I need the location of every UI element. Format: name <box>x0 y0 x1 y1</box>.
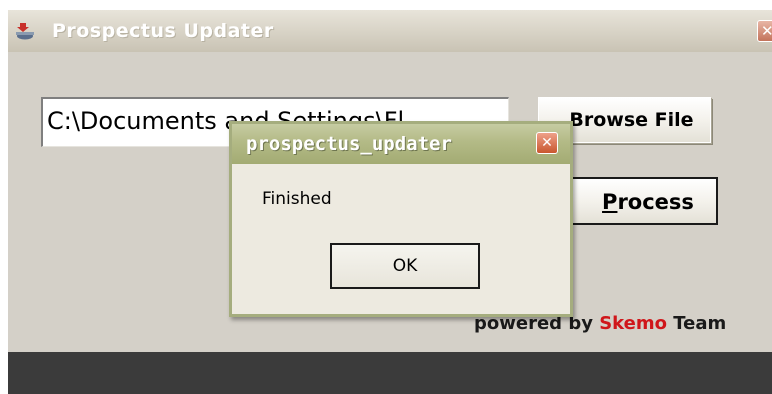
credit-brand: Skemo <box>599 313 667 334</box>
message-dialog: prospectus_updater ✕ Finished OK <box>229 121 573 317</box>
credit-suffix: Team <box>667 313 727 334</box>
dialog-title-bar[interactable]: prospectus_updater ✕ <box>232 124 570 164</box>
screen: Prospectus Updater ✕ C:\Documents and Se… <box>0 0 772 394</box>
main-close-button[interactable]: ✕ <box>757 20 772 42</box>
main-title-bar[interactable]: Prospectus Updater ✕ <box>8 10 772 52</box>
close-icon: ✕ <box>761 22 772 40</box>
ok-button[interactable]: OK <box>330 243 480 289</box>
app-icon <box>16 23 34 40</box>
window-title: Prospectus Updater <box>52 20 274 42</box>
dialog-title: prospectus_updater <box>246 133 452 155</box>
bottom-bar <box>8 352 772 394</box>
process-mnemonic: P <box>602 190 618 214</box>
dialog-close-button[interactable]: ✕ <box>536 132 558 154</box>
close-icon: ✕ <box>541 135 553 151</box>
process-label: rocess <box>617 190 694 214</box>
dialog-message: Finished <box>262 189 332 209</box>
